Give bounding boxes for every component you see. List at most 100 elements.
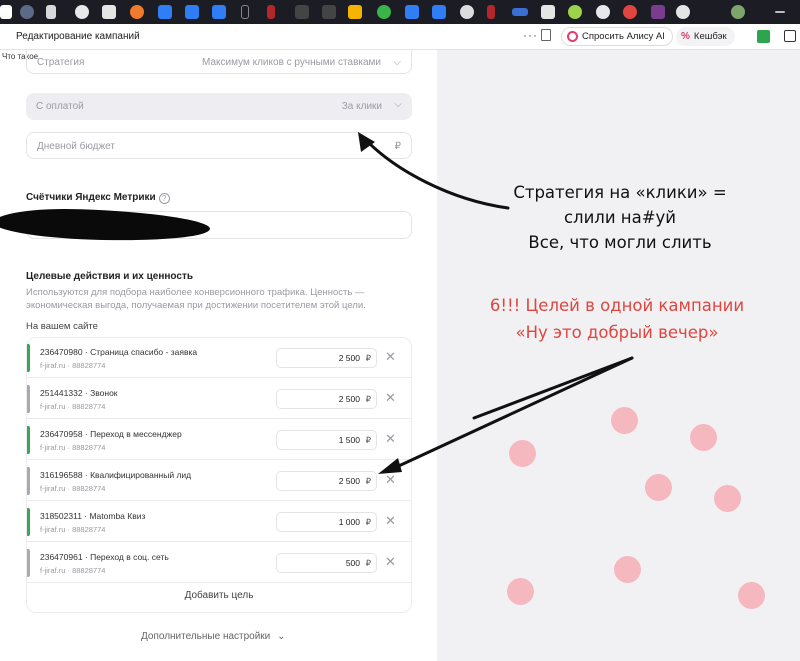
tab-icon[interactable] bbox=[596, 5, 610, 19]
remove-goal-close-icon[interactable]: ✕ bbox=[385, 389, 396, 407]
more-settings-toggle[interactable]: Дополнительные настройки ⌄ bbox=[141, 631, 285, 642]
annotation-line: 6!!! Целей в одной кампании bbox=[489, 296, 745, 315]
yandex-icon[interactable] bbox=[322, 5, 336, 19]
goal-status-bar bbox=[27, 508, 30, 536]
goal-value-input[interactable]: 1 500 ₽ bbox=[276, 430, 377, 450]
goal-status-bar bbox=[27, 385, 30, 413]
tab-icon[interactable] bbox=[102, 5, 116, 19]
daily-budget-placeholder: Дневной бюджет bbox=[37, 141, 115, 152]
tab-icon[interactable] bbox=[623, 5, 637, 19]
cloud-icon[interactable] bbox=[432, 5, 446, 19]
tab-icon[interactable] bbox=[731, 5, 745, 19]
goal-site: f-jiraf.ru · 88828774 bbox=[40, 443, 106, 452]
campaign-edit-form: Что такое Стратегия Максимум кликов с ру… bbox=[0, 50, 437, 661]
cloud-icon[interactable] bbox=[405, 5, 419, 19]
cloud-icon[interactable] bbox=[212, 5, 226, 19]
cashback-button[interactable]: % Кешбэк bbox=[676, 27, 735, 46]
strategy-select[interactable]: Стратегия Максимум кликов с ручными став… bbox=[26, 50, 412, 74]
close-icon[interactable] bbox=[541, 5, 555, 19]
download-icon[interactable] bbox=[46, 5, 56, 19]
goal-value: 2 500 bbox=[338, 353, 360, 363]
goal-row: 318502311 · Matomba Квиз f-jiraf.ru · 88… bbox=[27, 502, 411, 542]
remove-goal-close-icon[interactable]: ✕ bbox=[385, 553, 396, 571]
goal-value-input[interactable]: 500 ₽ bbox=[276, 553, 377, 573]
cloud-icon[interactable] bbox=[185, 5, 199, 19]
remove-goal-close-icon[interactable]: ✕ bbox=[385, 471, 396, 489]
browser-tab-strip bbox=[0, 0, 800, 24]
goal-currency: ₽ bbox=[365, 558, 371, 568]
goal-row: 251441332 · Звонок f-jiraf.ru · 88828774… bbox=[27, 379, 411, 419]
decor-dot bbox=[690, 424, 717, 451]
bookmark-icon[interactable] bbox=[541, 29, 551, 41]
cursor-icon[interactable] bbox=[241, 5, 249, 19]
chevron-down-icon: ⌵ bbox=[393, 57, 401, 68]
strategy-value: Максимум кликов с ручными ставками bbox=[202, 57, 381, 68]
new-tab-plus-icon[interactable] bbox=[676, 5, 690, 19]
cloud-icon[interactable] bbox=[158, 5, 172, 19]
goal-value-input[interactable]: 1 000 ₽ bbox=[276, 512, 377, 532]
payment-value: За клики bbox=[341, 101, 382, 112]
goal-value: 1 500 bbox=[338, 435, 360, 445]
browser-address-bar: Редактирование кампаний ··· Спросить Али… bbox=[0, 24, 800, 50]
alice-icon bbox=[567, 31, 578, 42]
chevron-down-icon: ⌵ bbox=[394, 99, 402, 110]
remove-goal-close-icon[interactable]: ✕ bbox=[385, 512, 396, 530]
decor-dot bbox=[738, 582, 765, 609]
goal-site: f-jiraf.ru · 88828774 bbox=[40, 525, 106, 534]
goal-currency: ₽ bbox=[365, 394, 371, 404]
budget-currency: ₽ bbox=[394, 141, 401, 152]
annotation-line: «Ну это добрый вечер» bbox=[515, 323, 719, 342]
metrika-title: Счётчики Яндекс Метрики bbox=[26, 192, 156, 203]
strategy-label: Стратегия bbox=[37, 57, 85, 68]
goal-name: 236470958 · Переход в мессенджер bbox=[40, 429, 182, 439]
goal-status-bar bbox=[27, 426, 30, 454]
yandex-icon[interactable] bbox=[295, 5, 309, 19]
goals-section-title: Целевые действия и их ценность bbox=[26, 271, 194, 282]
tab-icon[interactable] bbox=[75, 5, 89, 19]
tab-icon[interactable] bbox=[568, 5, 582, 19]
goal-row: 236470958 · Переход в мессенджер f-jiraf… bbox=[27, 420, 411, 460]
goal-site: f-jiraf.ru · 88828774 bbox=[40, 361, 106, 370]
add-goal-button[interactable]: Добавить цель bbox=[27, 590, 411, 601]
annotation-line: слили на#уй bbox=[563, 208, 677, 227]
ask-alice-button[interactable]: Спросить Алису AI bbox=[561, 27, 673, 46]
chart-icon[interactable] bbox=[348, 5, 362, 19]
goal-currency: ₽ bbox=[365, 476, 371, 486]
remove-goal-close-icon[interactable]: ✕ bbox=[385, 430, 396, 448]
extension-icon[interactable] bbox=[757, 30, 770, 43]
goal-value-input[interactable]: 2 500 ₽ bbox=[276, 471, 377, 491]
minimize-icon[interactable] bbox=[775, 11, 785, 13]
tab-icon[interactable] bbox=[130, 5, 144, 19]
daily-budget-input[interactable]: Дневной бюджет ₽ bbox=[26, 132, 412, 159]
goal-row: 236470980 · Страница спасибо - заявка f-… bbox=[27, 338, 411, 378]
decor-dot bbox=[507, 578, 534, 605]
tab-icon[interactable] bbox=[651, 5, 665, 19]
remove-goal-close-icon[interactable]: ✕ bbox=[385, 348, 396, 366]
tab-icon[interactable] bbox=[512, 8, 528, 16]
tab-icon[interactable] bbox=[460, 5, 474, 19]
help-icon[interactable]: ? bbox=[158, 193, 170, 204]
goal-site: f-jiraf.ru · 88828774 bbox=[40, 402, 106, 411]
more-icon[interactable]: ··· bbox=[523, 28, 538, 42]
goal-value: 1 000 bbox=[338, 517, 360, 527]
goal-currency: ₽ bbox=[365, 353, 371, 363]
strategy-annotation: Стратегия на «клики» = слили на#уй Все, … bbox=[470, 180, 770, 255]
payment-select[interactable]: С оплатой За клики ⌵ bbox=[26, 93, 412, 120]
tab-icon[interactable] bbox=[267, 5, 275, 19]
percent-icon: % bbox=[681, 31, 690, 42]
tab-icon[interactable] bbox=[20, 5, 34, 19]
goal-name: 316196588 · Квалифицированный лид bbox=[40, 470, 192, 480]
active-tab[interactable] bbox=[0, 5, 12, 19]
extensions-cube-icon[interactable] bbox=[784, 30, 796, 42]
goal-value-input[interactable]: 2 500 ₽ bbox=[276, 389, 377, 409]
goal-status-bar bbox=[27, 344, 30, 372]
chevron-down-icon: ⌄ bbox=[277, 631, 286, 642]
goal-value-input[interactable]: 2 500 ₽ bbox=[276, 348, 377, 368]
tab-icon[interactable] bbox=[487, 5, 495, 19]
page-title: Редактирование кампаний bbox=[16, 31, 140, 42]
on-site-label: На вашем сайте bbox=[26, 321, 98, 332]
goal-site: f-jiraf.ru · 88828774 bbox=[40, 566, 106, 575]
tab-icon[interactable] bbox=[377, 5, 391, 19]
goal-status-bar bbox=[27, 467, 30, 495]
annotation-line: Стратегия на «клики» = bbox=[513, 183, 727, 202]
